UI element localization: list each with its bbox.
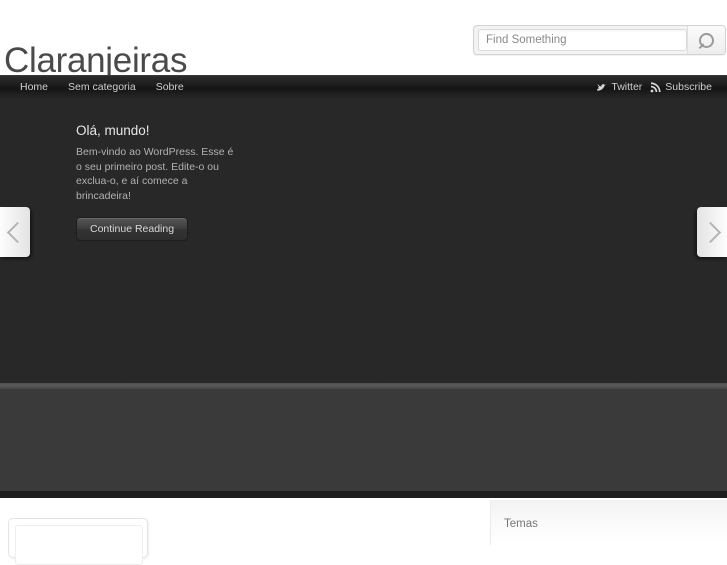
subscribe-link[interactable]: Subscribe xyxy=(647,76,717,98)
nav-menu: Home Sem categoria Sobre xyxy=(0,76,194,98)
social-links: Twitter Subscribe xyxy=(593,76,727,98)
main-navigation: Home Sem categoria Sobre Twitter Subscri… xyxy=(0,75,727,98)
chevron-right-icon xyxy=(699,221,721,243)
continue-reading-button[interactable]: Continue Reading xyxy=(76,217,189,241)
slide-title: Olá, mundo! xyxy=(76,123,150,138)
search-icon xyxy=(695,29,717,51)
rss-icon xyxy=(650,81,661,93)
subscribe-label: Subscribe xyxy=(665,81,712,93)
post-thumbnail-placeholder[interactable] xyxy=(8,518,148,565)
featured-slider: Olá, mundo! Bem-vindo ao WordPress. Esse… xyxy=(0,98,727,383)
chevron-left-icon xyxy=(6,221,28,243)
sidebar-panel: Temas xyxy=(490,500,727,545)
nav-item-sobre[interactable]: Sobre xyxy=(146,76,194,98)
twitter-bird-icon xyxy=(596,82,607,93)
post-thumbnail-inner xyxy=(15,525,143,565)
site-header: Claranjeiras xyxy=(0,0,727,80)
slide-excerpt: Bem-vindo ao WordPress. Esse é o seu pri… xyxy=(76,146,234,202)
content-band xyxy=(0,389,727,492)
search-submit-button[interactable] xyxy=(687,26,725,54)
lower-content-area: Temas xyxy=(0,498,727,565)
nav-item-home[interactable]: Home xyxy=(10,76,58,98)
search-form xyxy=(473,25,726,55)
slide-content: Olá, mundo! Bem-vindo ao WordPress. Esse… xyxy=(76,123,251,241)
slider-next-button[interactable] xyxy=(697,207,727,257)
content-band-bottom-strip xyxy=(0,491,727,498)
nav-item-sem-categoria[interactable]: Sem categoria xyxy=(58,76,146,98)
sidebar-widget-title: Temas xyxy=(504,518,538,530)
slider-prev-button[interactable] xyxy=(0,207,30,257)
search-input[interactable] xyxy=(478,29,687,51)
twitter-label: Twitter xyxy=(611,81,643,93)
twitter-link[interactable]: Twitter xyxy=(593,76,647,98)
